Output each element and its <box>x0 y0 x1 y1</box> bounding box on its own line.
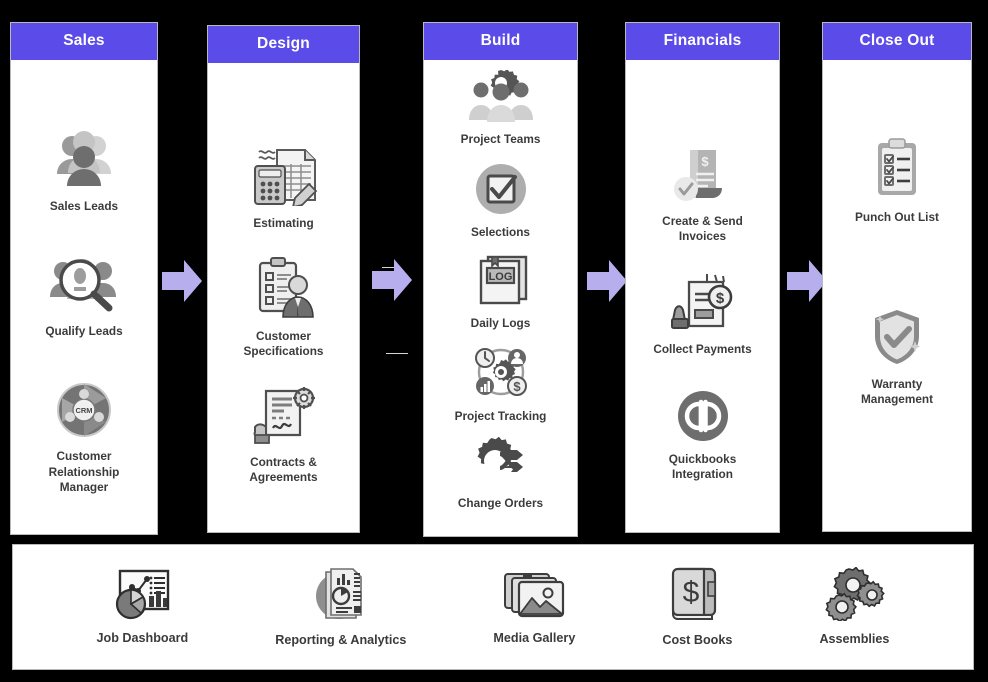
feature-quickbooks-integration[interactable]: Quickbooks Integration <box>630 390 775 482</box>
tool-cost-books[interactable]: $ Cost Books <box>662 566 732 648</box>
svg-text:$: $ <box>715 290 724 307</box>
svg-text:$: $ <box>701 154 709 169</box>
magnifier-people-icon <box>49 256 119 319</box>
feature-create-send-invoices[interactable]: $ Create & Send Invoices <box>630 148 775 244</box>
log-book-icon: LOG <box>472 254 530 311</box>
tool-label: Job Dashboard <box>96 630 189 645</box>
feature-label: Customer Relationship Manager <box>48 449 120 494</box>
svg-text:LOG: LOG <box>488 271 512 283</box>
feature-qualify-leads[interactable]: Qualify Leads <box>15 256 153 339</box>
contract-signature-icon <box>252 385 316 450</box>
shield-check-icon <box>867 307 927 372</box>
media-gallery-icon <box>503 568 565 625</box>
crm-circle-icon: CRM <box>54 381 114 444</box>
tool-label: Reporting & Analytics <box>275 632 407 647</box>
svg-text:$: $ <box>683 576 700 609</box>
checklist-clipboard-icon <box>868 138 926 205</box>
stage-column-financials[interactable]: Financials $ Create & Send Invoices $ Co… <box>625 22 780 533</box>
tool-job-dashboard[interactable]: Job Dashboard <box>96 568 189 646</box>
arrow-build-to-financials <box>585 258 629 304</box>
reports-analytics-icon <box>312 566 370 627</box>
arrow-design-to-build <box>370 257 414 303</box>
feature-daily-logs[interactable]: LOG Daily Logs <box>428 254 573 331</box>
feature-project-tracking[interactable]: $ Project Tracking <box>428 345 573 424</box>
stage-column-design[interactable]: Design Estimating Customer Specification… <box>207 25 360 533</box>
svg-text:CRM: CRM <box>75 406 92 415</box>
feature-label: Quickbooks Integration <box>668 451 737 481</box>
feature-contracts-agreements[interactable]: Contracts & Agreements <box>212 385 355 485</box>
feature-customer-specifications[interactable]: Customer Specifications <box>212 256 355 359</box>
tool-assemblies[interactable]: Assemblies <box>819 566 890 647</box>
arrow-sales-to-design <box>160 258 204 304</box>
stage-body-design: Estimating Customer Specifications Contr… <box>208 63 359 532</box>
feature-label: Qualify Leads <box>45 324 123 339</box>
stage-column-build[interactable]: Build Project Teams Selections LOG Daily… <box>423 22 578 537</box>
feature-crm[interactable]: CRM Customer Relationship Manager <box>15 381 153 494</box>
feature-label: Contracts & Agreements <box>249 455 318 485</box>
stage-header-close-out: Close Out <box>823 23 971 60</box>
stage-body-close-out: Punch Out List Warranty Management <box>823 60 971 531</box>
gear-arrows-icon <box>470 436 532 491</box>
feature-punch-out-list[interactable]: Punch Out List <box>827 138 967 225</box>
tool-label: Cost Books <box>662 632 733 647</box>
feature-label: Warranty Management <box>860 377 934 407</box>
stage-body-sales: Sales Leads Qualify Leads CRM Customer R… <box>11 60 157 534</box>
stage-column-sales[interactable]: Sales Sales Leads Qualify Leads CRM Cust… <box>10 22 158 535</box>
feature-label: Project Tracking <box>454 409 547 424</box>
tool-media-gallery[interactable]: Media Gallery <box>493 568 575 646</box>
feature-label: Punch Out List <box>855 210 939 224</box>
divider-dash-lower <box>386 353 408 354</box>
stage-body-build: Project Teams Selections LOG Daily Logs … <box>424 60 577 536</box>
invoice-check-icon: $ <box>672 148 734 209</box>
feature-label: Sales Leads <box>49 199 119 214</box>
svg-text:$: $ <box>513 379 521 394</box>
cost-book-icon: $ <box>670 566 724 627</box>
gear-tracking-icon: $ <box>472 345 530 404</box>
feature-warranty-management[interactable]: Warranty Management <box>827 307 967 407</box>
people-group-icon <box>51 129 117 194</box>
feature-label: Customer Specifications <box>243 328 324 358</box>
feature-label: Collect Payments <box>653 342 752 357</box>
feature-selections[interactable]: Selections <box>428 163 573 240</box>
feature-project-teams[interactable]: Project Teams <box>428 69 573 147</box>
dashboard-chart-icon <box>112 568 172 625</box>
global-tools-bar: Job Dashboard Reporting & Analytics Medi… <box>12 544 974 670</box>
feature-label: Change Orders <box>457 496 544 511</box>
feature-label: Project Teams <box>460 132 541 146</box>
stage-column-close-out[interactable]: Close Out Punch Out List Warranty Manage… <box>822 22 972 532</box>
feature-estimating[interactable]: Estimating <box>212 146 355 231</box>
feature-collect-payments[interactable]: $ Collect Payments <box>630 274 775 357</box>
calculator-spreadsheet-icon <box>249 146 319 211</box>
stage-header-sales: Sales <box>11 23 157 60</box>
tool-reporting-analytics[interactable]: Reporting & Analytics <box>275 566 406 648</box>
feature-change-orders[interactable]: Change Orders <box>428 436 573 511</box>
quickbooks-icon <box>677 390 729 447</box>
workflow-diagram: Sales Sales Leads Qualify Leads CRM Cust… <box>0 0 988 682</box>
payment-stamp-icon: $ <box>670 274 735 337</box>
tool-label: Media Gallery <box>493 630 576 645</box>
stage-body-financials: $ Create & Send Invoices $ Collect Payme… <box>626 60 779 532</box>
checkbox-circle-icon <box>475 163 527 220</box>
stage-header-design: Design <box>208 26 359 63</box>
feature-label: Create & Send Invoices <box>662 214 743 244</box>
clipboard-person-icon <box>252 256 316 324</box>
tool-label: Assemblies <box>819 631 890 646</box>
feature-label: Estimating <box>253 215 314 230</box>
gears-assemblies-icon <box>823 566 886 626</box>
stage-header-build: Build <box>424 23 577 60</box>
gear-people-icon <box>467 69 535 127</box>
feature-label: Selections <box>470 225 530 240</box>
feature-label: Daily Logs <box>470 316 531 331</box>
feature-sales-leads[interactable]: Sales Leads <box>15 129 153 214</box>
stage-header-financials: Financials <box>626 23 779 60</box>
